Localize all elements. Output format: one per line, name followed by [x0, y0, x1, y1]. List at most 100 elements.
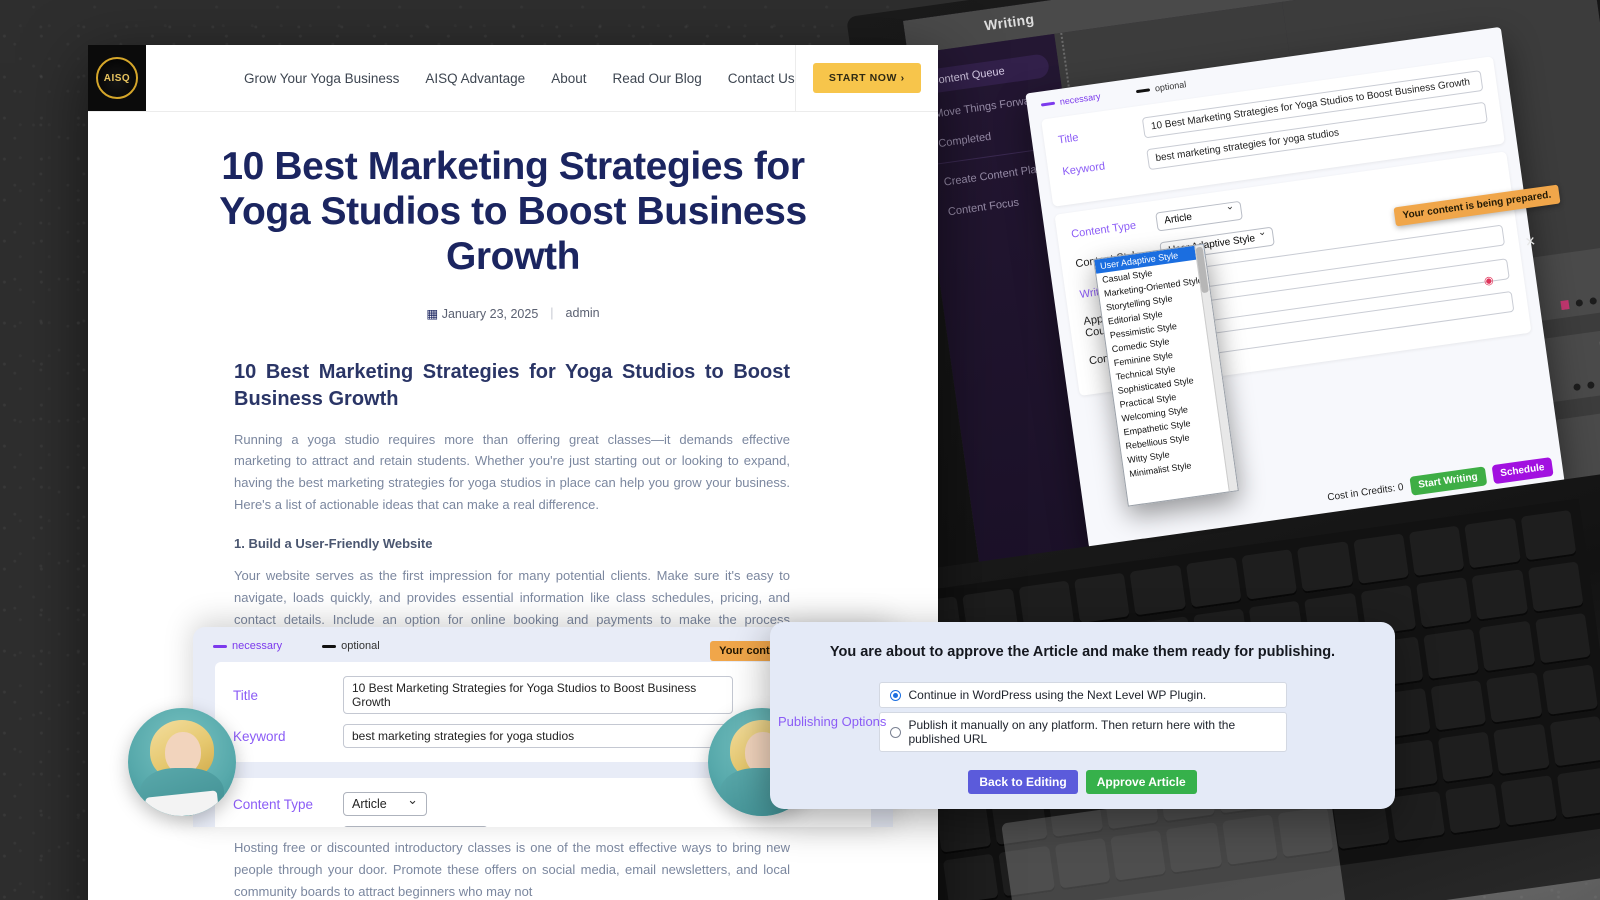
key — [1465, 518, 1521, 571]
laptop-brand-mark-icon: ◉ — [1483, 273, 1494, 287]
key — [1520, 510, 1576, 563]
meta-separator: | — [550, 306, 553, 320]
back-to-editing-button[interactable]: Back to Editing — [968, 770, 1077, 794]
publishing-option-manual-label: Publish it manually on any platform. The… — [909, 718, 1276, 746]
chevron-right-icon: › — [901, 72, 905, 84]
radio-unselected-icon[interactable] — [890, 727, 901, 738]
necessary-dash-icon — [1041, 102, 1055, 107]
laptop-content-type-select[interactable]: Article — [1155, 201, 1243, 232]
necessary-dash-icon — [213, 645, 227, 648]
key — [1423, 629, 1479, 682]
aisq-logo-icon: AISQ — [96, 57, 138, 99]
dot-icon — [1573, 383, 1581, 391]
radio-selected-icon[interactable] — [890, 690, 901, 701]
header-cta-area: START NOW › — [795, 45, 938, 111]
key — [1130, 565, 1186, 618]
legend-optional: optional — [1135, 79, 1186, 96]
sidebar-item-content-queue[interactable]: Content Queue — [920, 53, 1050, 95]
start-now-button[interactable]: START NOW › — [813, 63, 921, 93]
content-type-select[interactable]: Article — [343, 792, 427, 816]
dialog-title: You are about to approve the Article and… — [770, 644, 1395, 660]
key — [1493, 724, 1549, 777]
calendar-icon: ▦ — [426, 307, 438, 321]
key — [1445, 783, 1501, 836]
key — [1472, 569, 1528, 622]
key — [1409, 526, 1465, 579]
key — [1241, 549, 1297, 602]
key — [943, 854, 999, 900]
key — [1430, 680, 1486, 733]
laptop-content-type-label: Content Type — [1070, 216, 1157, 240]
legend-necessary-label: necessary — [232, 640, 282, 652]
triangle-icon — [1560, 300, 1569, 310]
dot-icon — [1589, 297, 1597, 305]
legend-necessary-label: necessary — [1059, 91, 1101, 107]
legend-necessary: necessary — [213, 640, 282, 652]
title-label: Title — [233, 688, 343, 703]
key — [1549, 716, 1600, 769]
publishing-options-label: Publishing Options — [778, 714, 886, 729]
start-now-label: START NOW — [829, 72, 897, 84]
legend-optional-label: optional — [341, 640, 380, 652]
dot-icon — [1587, 381, 1595, 389]
dialog-actions: Back to Editing Approve Article — [770, 770, 1395, 794]
laptop-keyword-label: Keyword — [1062, 154, 1149, 178]
optional-dash-icon — [1136, 88, 1150, 93]
key — [1353, 533, 1409, 586]
content-style-row: Content Style User Adaptive Style — [233, 826, 853, 827]
key — [1501, 775, 1557, 828]
dot-icon — [1575, 299, 1583, 307]
nav-item-contact-us[interactable]: Contact Us — [728, 71, 795, 86]
nav-item-about[interactable]: About — [551, 71, 586, 86]
legend-optional-label: optional — [1154, 79, 1187, 93]
site-header: AISQ Grow Your Yoga Business AISQ Advant… — [88, 45, 938, 112]
card-dots-icon — [1560, 294, 1600, 310]
key — [1486, 672, 1542, 725]
article-date-label: January 23, 2025 — [442, 307, 539, 321]
page-title: 10 Best Marketing Strategies for Yoga St… — [88, 112, 938, 280]
key — [1528, 561, 1584, 614]
key — [1479, 621, 1535, 674]
key — [1074, 573, 1130, 626]
section-body-3: Hosting free or discounted introductory … — [234, 837, 790, 900]
key — [1186, 557, 1242, 610]
article-heading: 10 Best Marketing Strategies for Yoga St… — [234, 359, 790, 413]
key — [1556, 767, 1600, 820]
title-input[interactable]: 10 Best Marketing Strategies for Yoga St… — [343, 676, 733, 714]
key — [936, 802, 992, 855]
laptop-schedule-button[interactable]: Schedule — [1491, 457, 1554, 484]
nav-item-grow-your-yoga-business[interactable]: Grow Your Yoga Business — [244, 71, 399, 86]
keyword-label: Keyword — [233, 729, 343, 744]
publishing-option-manual[interactable]: Publish it manually on any platform. The… — [879, 712, 1287, 752]
keyword-input[interactable]: best marketing strategies for yoga studi… — [343, 724, 733, 748]
card-dots-icon — [1573, 377, 1600, 391]
key — [1297, 541, 1353, 594]
article-meta: ▦ January 23, 2025 | admin — [88, 306, 938, 321]
key — [1416, 577, 1472, 630]
section-heading-1: 1. Build a User-Friendly Website — [234, 536, 790, 551]
key — [1542, 664, 1598, 717]
laptop-title-label: Title — [1057, 122, 1144, 146]
main-navigation: Grow Your Yoga Business AISQ Advantage A… — [146, 45, 795, 111]
optional-dash-icon — [322, 645, 336, 648]
key — [1535, 613, 1591, 666]
laptop-cost-label: Cost in Credits: 0 — [1327, 482, 1404, 504]
article-intro: Running a yoga studio requires more than… — [234, 429, 790, 516]
article-date: ▦ January 23, 2025 — [426, 306, 538, 321]
key — [1438, 732, 1494, 785]
legend-necessary: necessary — [1040, 91, 1101, 109]
article-author: admin — [566, 306, 600, 320]
laptop-close-icon[interactable]: ✕ — [1524, 233, 1537, 250]
content-type-label: Content Type — [233, 797, 343, 812]
key — [1389, 791, 1445, 844]
publishing-options-group: Continue in WordPress using the Next Lev… — [879, 682, 1287, 752]
nav-item-read-our-blog[interactable]: Read Our Blog — [612, 71, 701, 86]
content-style-select[interactable]: User Adaptive Style — [343, 826, 488, 827]
legend-optional: optional — [322, 640, 380, 652]
avatar — [128, 708, 236, 816]
publishing-option-wordpress[interactable]: Continue in WordPress using the Next Lev… — [879, 682, 1287, 708]
nav-item-aisq-advantage[interactable]: AISQ Advantage — [425, 71, 525, 86]
site-logo[interactable]: AISQ — [88, 45, 146, 111]
approve-article-dialog: Publishing Options You are about to appr… — [770, 622, 1395, 809]
approve-article-button[interactable]: Approve Article — [1086, 770, 1197, 794]
